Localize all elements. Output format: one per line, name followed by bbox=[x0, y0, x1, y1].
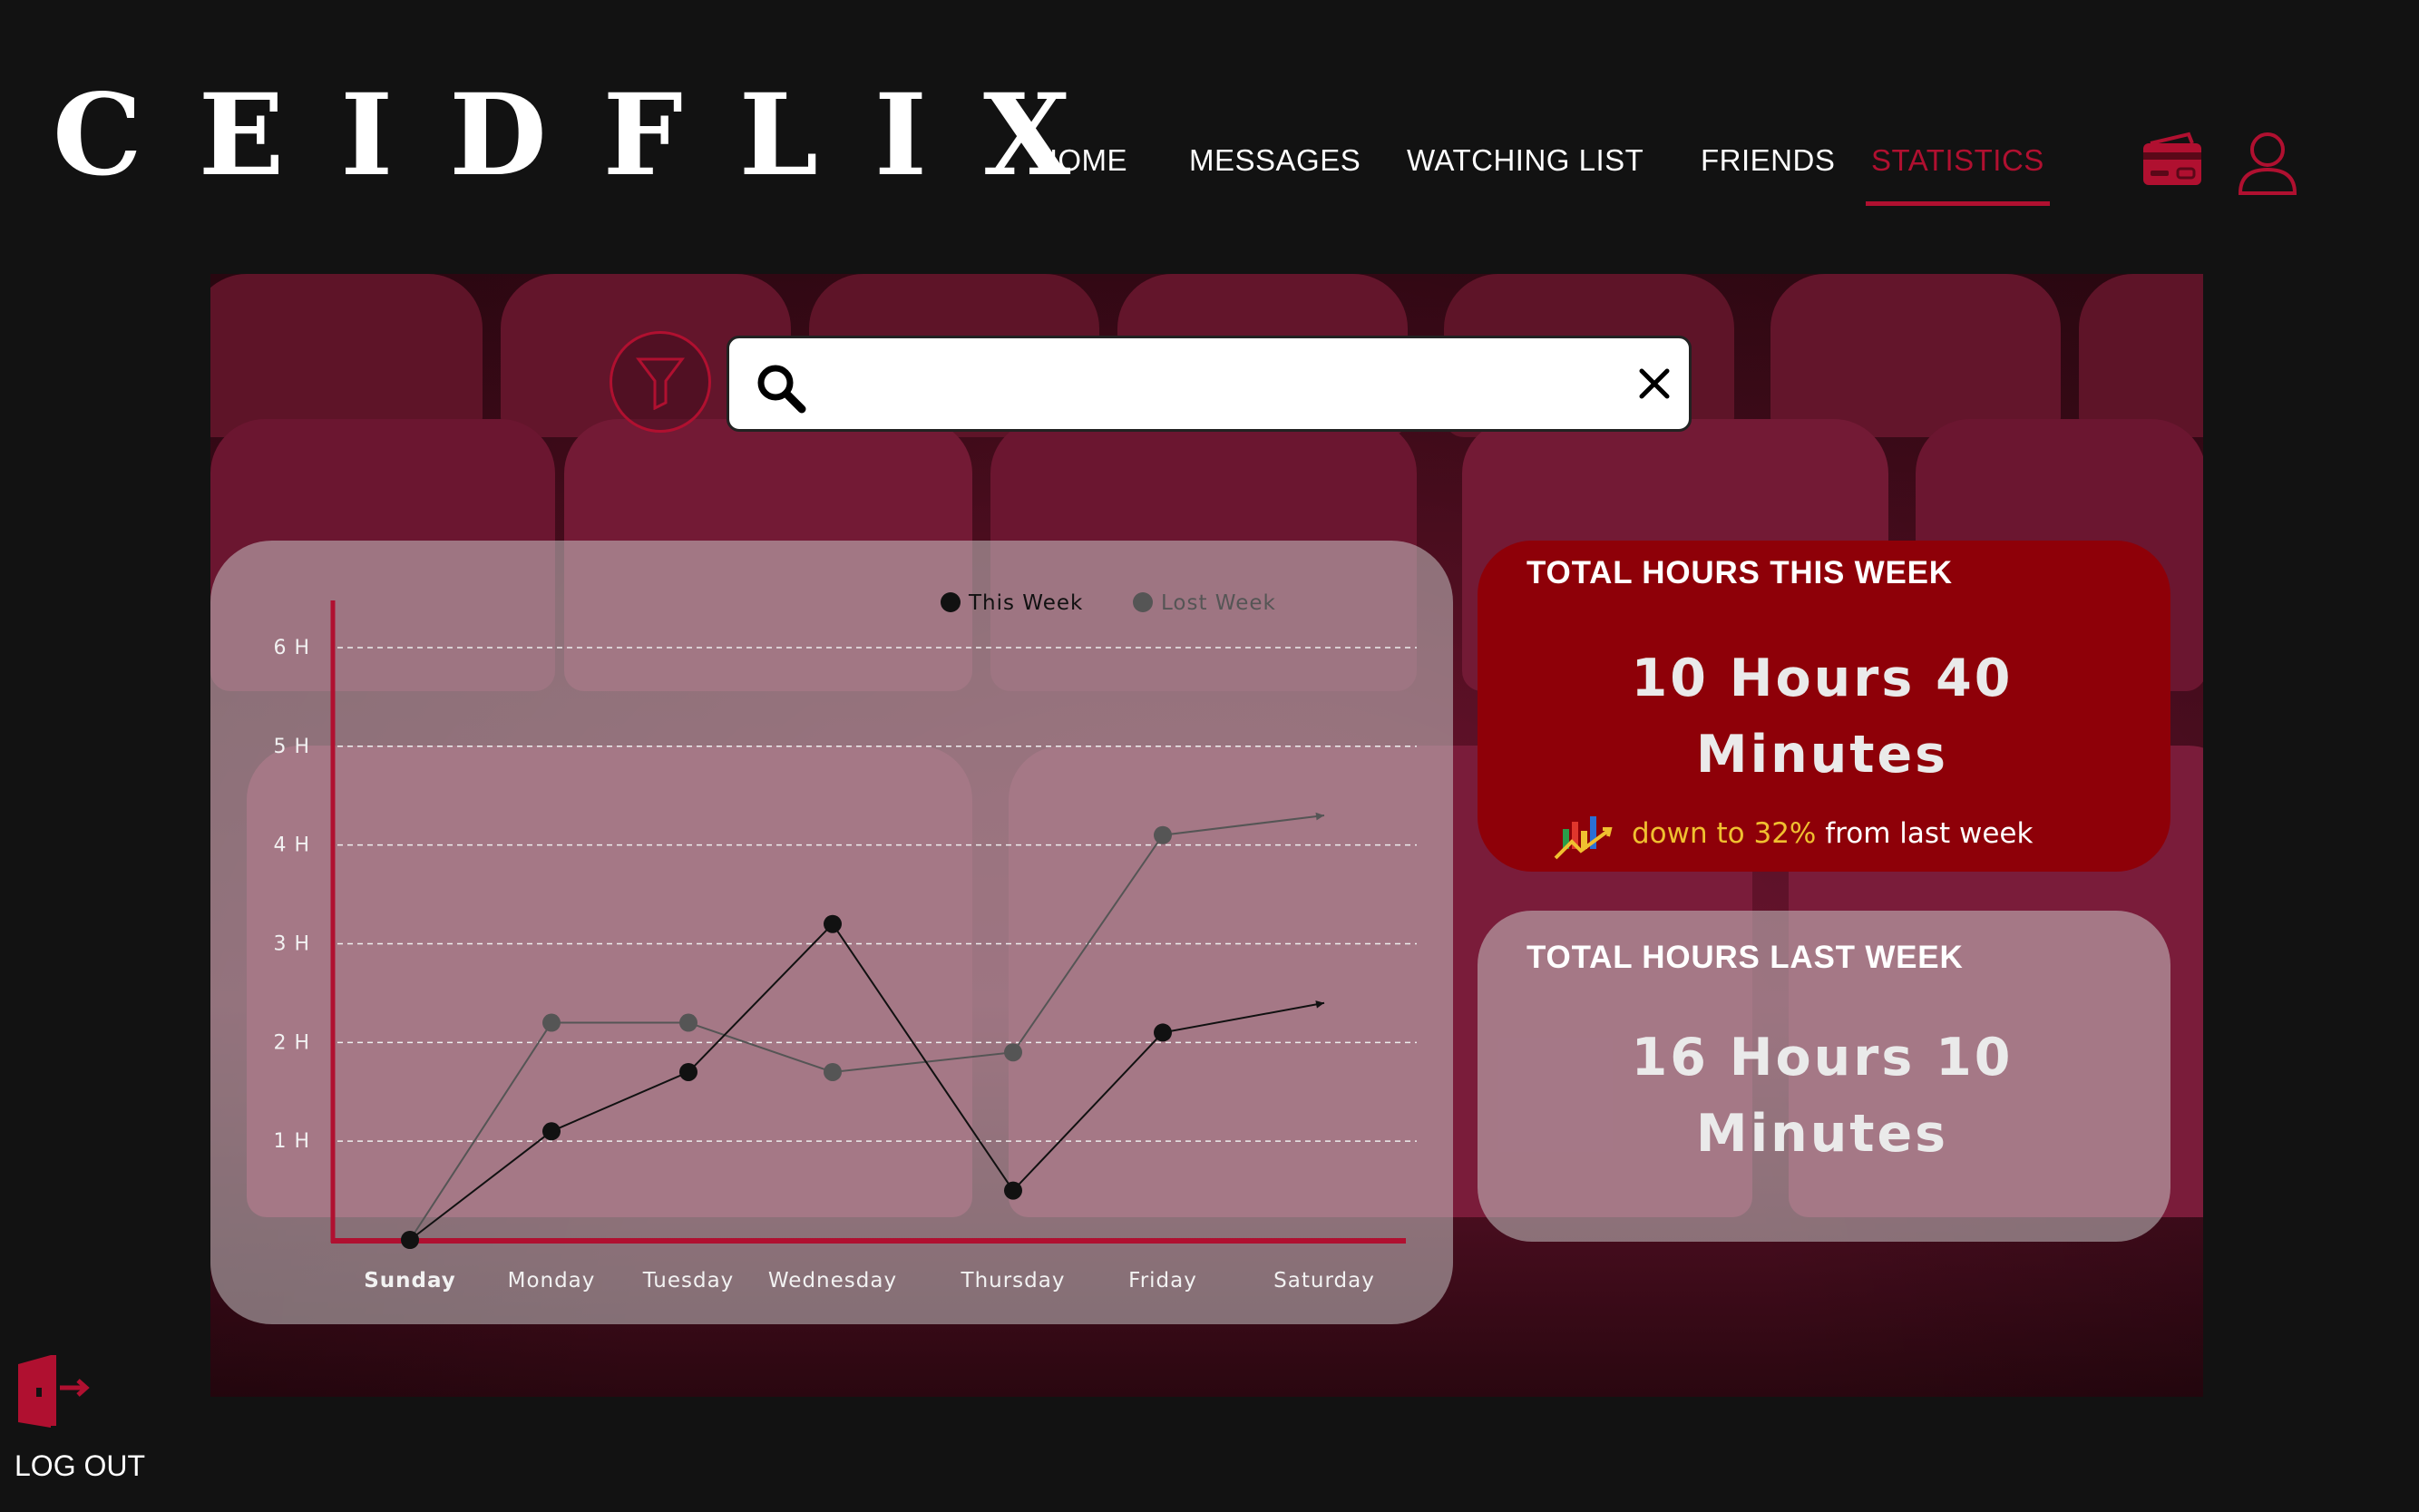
data-point bbox=[1004, 1181, 1022, 1200]
search-bar bbox=[727, 336, 1692, 432]
weekly-line-chart: 1 H 2 H 3 H 4 H 5 H 6 H Sunday Monday Tuesday Wed… bbox=[273, 591, 1417, 1293]
data-point bbox=[679, 1013, 697, 1032]
x-tick-label: Saturday bbox=[1273, 1269, 1375, 1293]
x-tick-label: Wednesday bbox=[768, 1269, 897, 1293]
legend-marker bbox=[1133, 592, 1153, 612]
funnel-icon bbox=[636, 357, 685, 410]
data-point bbox=[824, 914, 842, 933]
data-point bbox=[542, 1122, 561, 1141]
series-line bbox=[409, 922, 1325, 1241]
y-tick-label: 6 H bbox=[273, 637, 310, 659]
series-arrowhead bbox=[1315, 1000, 1324, 1009]
x-tick-label: Monday bbox=[508, 1269, 596, 1293]
x-tick-label: Sunday bbox=[364, 1269, 456, 1293]
data-point bbox=[401, 1231, 419, 1249]
this-week-value-line1: 10 Hours 40 bbox=[1631, 649, 2014, 708]
logout-label[interactable]: LOG OUT bbox=[15, 1449, 145, 1483]
data-point bbox=[824, 1062, 842, 1081]
data-point bbox=[542, 1013, 561, 1032]
y-tick-label: 3 H bbox=[273, 932, 310, 955]
logout-door-icon bbox=[18, 1355, 90, 1428]
y-tick-label: 5 H bbox=[273, 736, 310, 758]
last-week-title: TOTAL HOURS LAST WEEK bbox=[1527, 940, 1964, 975]
this-week-value: 10 Hours 40 Minutes bbox=[1614, 640, 2031, 793]
close-icon[interactable] bbox=[1636, 366, 1673, 405]
y-tick-label: 1 H bbox=[273, 1130, 310, 1153]
data-point bbox=[1154, 1023, 1172, 1042]
last-week-card: TOTAL HOURS LAST WEEK 16 Hours 10 Minute… bbox=[1478, 911, 2170, 1242]
nav-statistics[interactable]: STATISTICS bbox=[1871, 143, 2044, 178]
nav-active-underline bbox=[1866, 201, 2050, 206]
change-suffix: from last week bbox=[1816, 817, 2034, 850]
change-percentage: down to 32% bbox=[1632, 817, 1817, 850]
last-week-value-line1: 16 Hours 10 bbox=[1631, 1028, 2014, 1088]
this-week-title: TOTAL HOURS THIS WEEK bbox=[1527, 555, 1953, 590]
y-tick-label: 2 H bbox=[273, 1031, 310, 1054]
nav-watching-list[interactable]: WATCHING LIST bbox=[1407, 143, 1644, 178]
this-week-change: down to 32% from last week bbox=[1632, 817, 2033, 850]
nav-messages[interactable]: MESSAGES bbox=[1189, 143, 1361, 178]
legend-label: Lost Week bbox=[1161, 591, 1276, 615]
legend-label: This Week bbox=[968, 591, 1083, 615]
x-tick-label: Tuesday bbox=[642, 1269, 735, 1293]
legend-marker bbox=[941, 592, 961, 612]
nav-friends[interactable]: FRIENDS bbox=[1701, 143, 1835, 178]
this-week-card: TOTAL HOURS THIS WEEK 10 Hours 40 Minute… bbox=[1478, 541, 2170, 872]
search-icon[interactable] bbox=[755, 362, 807, 418]
y-tick-label: 4 H bbox=[273, 834, 310, 857]
trend-chart-icon bbox=[1552, 813, 1615, 867]
this-week-value-line2: Minutes bbox=[1695, 725, 1949, 785]
last-week-value-line2: Minutes bbox=[1695, 1104, 1949, 1164]
data-point bbox=[679, 1062, 697, 1081]
nav-home[interactable]: HOME bbox=[1036, 143, 1127, 178]
logout-button[interactable] bbox=[9, 1351, 163, 1433]
x-tick-label: Friday bbox=[1128, 1269, 1197, 1293]
data-point bbox=[1154, 825, 1172, 844]
x-tick-label: Thursday bbox=[961, 1269, 1066, 1293]
data-point bbox=[1004, 1043, 1022, 1062]
user-icon[interactable] bbox=[2235, 130, 2300, 200]
search-input[interactable] bbox=[838, 355, 1582, 413]
app-logo[interactable]: CEIDFLIX bbox=[53, 80, 1127, 192]
credit-card-icon[interactable] bbox=[2138, 131, 2207, 196]
filter-button[interactable] bbox=[610, 331, 711, 433]
last-week-value: 16 Hours 10 Minutes bbox=[1614, 1019, 2031, 1172]
